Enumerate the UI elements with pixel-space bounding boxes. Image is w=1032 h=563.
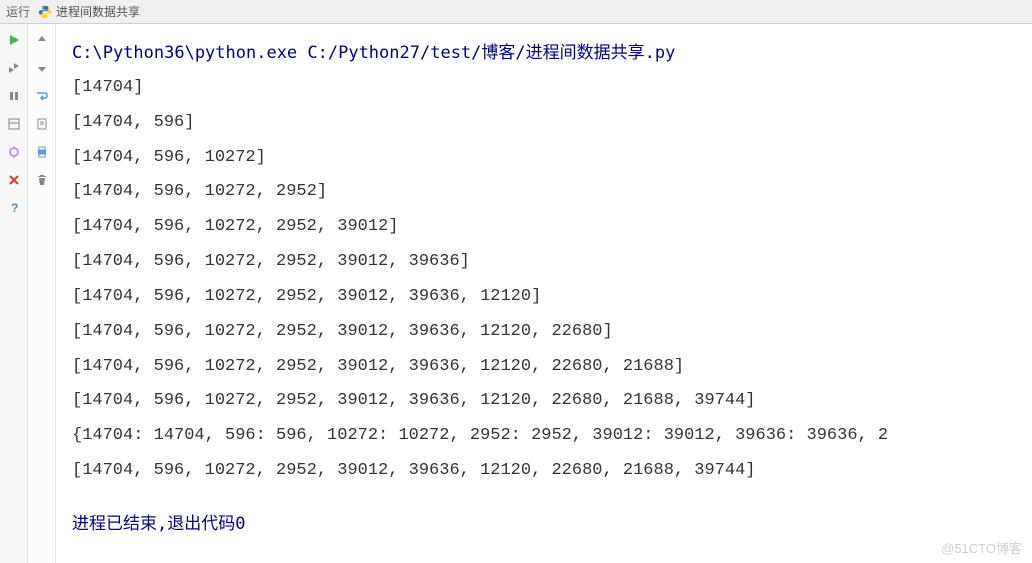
scroll-button[interactable]	[32, 114, 52, 134]
run-tab-bar: 运行 进程间数据共享	[0, 0, 1032, 24]
close-button[interactable]	[4, 170, 24, 190]
output-line: [14704, 596, 10272, 2952, 39012, 39636, …	[72, 454, 1024, 489]
main-area: ? C:\Python36\python.exe C:/Python27/tes…	[0, 24, 1032, 563]
output-line: [14704, 596, 10272, 2952, 39012]	[72, 210, 1024, 245]
output-line: [14704, 596, 10272, 2952, 39012, 39636]	[72, 245, 1024, 280]
output-line: [14704, 596, 10272, 2952, 39012, 39636, …	[72, 350, 1024, 385]
command-line: C:\Python36\python.exe C:/Python27/test/…	[72, 36, 1024, 71]
play-button[interactable]	[4, 30, 24, 50]
output-line: [14704, 596, 10272, 2952, 39012, 39636, …	[72, 315, 1024, 350]
console-output[interactable]: C:\Python36\python.exe C:/Python27/test/…	[56, 24, 1032, 563]
svg-text:?: ?	[11, 201, 18, 215]
layout-button[interactable]	[4, 114, 24, 134]
pause-button[interactable]	[4, 86, 24, 106]
down-button[interactable]	[32, 58, 52, 78]
help-button[interactable]: ?	[4, 198, 24, 218]
output-line: [14704]	[72, 71, 1024, 106]
debug-button[interactable]	[4, 142, 24, 162]
process-end-line: 进程已结束,退出代码0	[72, 507, 1024, 542]
left-toolbar: ?	[0, 24, 28, 563]
watermark: @51CTO博客	[941, 538, 1022, 557]
output-line: [14704, 596]	[72, 106, 1024, 141]
wrap-button[interactable]	[32, 86, 52, 106]
python-icon	[38, 5, 52, 19]
output-line: [14704, 596, 10272]	[72, 141, 1024, 176]
output-line: [14704, 596, 10272, 2952, 39012, 39636, …	[72, 280, 1024, 315]
trash-button[interactable]	[32, 170, 52, 190]
output-line: [14704, 596, 10272, 2952, 39012, 39636, …	[72, 384, 1024, 419]
secondary-toolbar	[28, 24, 56, 563]
print-button[interactable]	[32, 142, 52, 162]
run-label: 运行	[6, 3, 30, 20]
output-line: [14704, 596, 10272, 2952]	[72, 175, 1024, 210]
up-button[interactable]	[32, 30, 52, 50]
rerun-button[interactable]	[4, 58, 24, 78]
tab-title[interactable]: 进程间数据共享	[56, 3, 140, 20]
output-line: {14704: 14704, 596: 596, 10272: 10272, 2…	[72, 419, 1024, 454]
